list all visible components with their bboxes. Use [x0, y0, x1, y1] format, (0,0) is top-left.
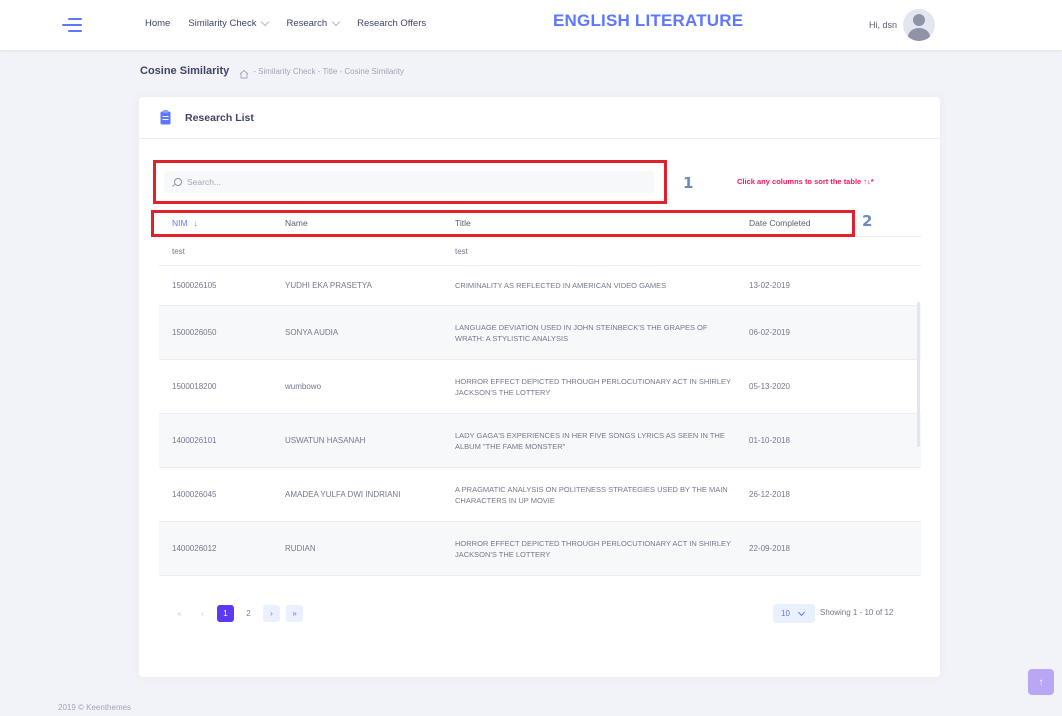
menu-toggle-icon[interactable]: [62, 16, 82, 34]
chevron-down-icon: [261, 17, 270, 27]
cell-title: HORROR EFFECT DEPICTED THROUGH PERLOCUTI…: [455, 538, 731, 559]
scroll-top-button[interactable]: ↑: [1028, 669, 1054, 695]
page-title: Cosine Similarity: [140, 65, 230, 77]
sort-hint: Click any columns to sort the table ↑↓*: [737, 177, 874, 186]
avatar[interactable]: [903, 9, 936, 41]
chevron-down-icon: [797, 608, 805, 616]
prev-page-button[interactable]: ‹: [194, 605, 211, 622]
cell-name: YUDHI EKA PRASETYA: [285, 281, 372, 290]
cell-nim: 1500026105: [172, 281, 217, 290]
annotation-box-2: [151, 210, 855, 237]
cell-title: HORROR EFFECT DEPICTED THROUGH PERLOCUTI…: [455, 376, 731, 397]
cell-nim: test: [172, 246, 185, 256]
table-row[interactable]: 1400026101 USWATUN HASANAH LADY GAGA'S E…: [159, 414, 921, 468]
pagination-info: Showing 1 - 10 of 12: [820, 608, 894, 617]
cell-title: LADY GAGA'S EXPERIENCES IN HER FIVE SONG…: [455, 430, 725, 451]
table-scrollbar[interactable]: [917, 302, 920, 447]
main-nav: Home Similarity Check Research Research …: [145, 17, 444, 29]
nav-similarity-check-label: Similarity Check: [188, 18, 257, 29]
search-field[interactable]: [164, 171, 654, 193]
cell-name: wumbowo: [285, 382, 322, 391]
research-list-card: Research List 1 Click any columns to sor…: [139, 97, 940, 677]
subheader: Cosine Similarity - Similarity Check - T…: [140, 65, 404, 79]
table-row[interactable]: 1500026105 YUDHI EKA PRASETYA CRIMINALIT…: [159, 266, 921, 306]
cell-date: 26-12-2018: [749, 490, 790, 499]
table-row[interactable]: 1400026045 AMADEA YULFA DWI INDRIANI A P…: [159, 468, 921, 522]
table-row[interactable]: test test: [159, 237, 921, 266]
table-row[interactable]: 1400026012 RUDIAN HORROR EFFECT DEPICTED…: [159, 522, 921, 576]
cell-name: SONYA AUDIA: [285, 328, 339, 337]
user-menu[interactable]: Hi, dsn: [869, 9, 936, 41]
top-header: Home Similarity Check Research Research …: [0, 0, 1062, 50]
pagination: « ‹ 1 2 › »: [171, 605, 309, 622]
per-page-select[interactable]: 10: [773, 604, 815, 623]
next-page-button[interactable]: ›: [263, 605, 280, 622]
cell-date: 06-02-2019: [749, 328, 790, 337]
table-row[interactable]: 1500026050 SONYA AUDIA LANGUAGE DEVIATIO…: [159, 306, 921, 360]
nav-research[interactable]: Research: [286, 17, 341, 29]
annotation-box-1: [153, 160, 667, 204]
nav-research-offers-label: Research Offers: [357, 18, 427, 29]
cell-name: USWATUN HASANAH: [285, 436, 366, 445]
cell-nim: 1400026101: [172, 436, 217, 445]
brand-title: ENGLISH LITERATURE: [553, 11, 744, 30]
page-1-button[interactable]: 1: [217, 605, 234, 622]
card-header: Research List: [139, 97, 940, 139]
arrow-up-icon: ↑: [1038, 676, 1044, 688]
cell-nim: 1500026050: [172, 328, 217, 337]
per-page-value: 10: [781, 609, 790, 618]
nav-home[interactable]: Home: [145, 18, 170, 29]
search-input[interactable]: [187, 177, 627, 187]
first-page-button[interactable]: «: [171, 605, 188, 622]
nav-similarity-check[interactable]: Similarity Check: [188, 17, 270, 29]
cell-title: CRIMINALITY AS REFLECTED IN AMERICAN VID…: [455, 281, 667, 290]
cell-date: 05-13-2020: [749, 382, 790, 391]
annotation-label-1: 1: [683, 174, 694, 192]
cell-name: AMADEA YULFA DWI INDRIANI: [285, 490, 401, 499]
cell-nim: 1500018200: [172, 382, 217, 391]
cell-date: 13-02-2019: [749, 281, 790, 290]
cell-date: 01-10-2018: [749, 436, 790, 445]
research-table: NIM ↓ Name Title Date Completed test test…: [159, 210, 921, 576]
cell-title: LANGUAGE DEVIATION USED IN JOHN STEINBEC…: [455, 322, 708, 343]
cell-title: A PRAGMATIC ANALYSIS ON POLITENESS STRAT…: [455, 484, 728, 505]
cell-nim: 1400026012: [172, 544, 217, 553]
table-row[interactable]: 1500018200 wumbowo HORROR EFFECT DEPICTE…: [159, 360, 921, 414]
cell-name: RUDIAN: [285, 544, 316, 553]
cell-title: test: [455, 246, 468, 256]
search-icon: [172, 177, 182, 187]
clipboard-icon: [160, 110, 171, 125]
footer-copyright: 2019 © Keenthemes: [58, 703, 132, 712]
annotation-label-2: 2: [862, 212, 873, 230]
card-title: Research List: [185, 111, 254, 124]
cell-nim: 1400026045: [172, 490, 217, 499]
nav-home-label: Home: [145, 18, 171, 29]
chevron-down-icon: [331, 17, 341, 27]
nav-research-label: Research: [286, 18, 328, 29]
page-2-button[interactable]: 2: [240, 605, 257, 622]
nav-research-offers[interactable]: Research Offers: [357, 18, 426, 29]
user-greeting: Hi, dsn: [869, 20, 898, 30]
last-page-button[interactable]: »: [286, 605, 303, 622]
cell-date: 22-09-2018: [749, 544, 790, 553]
home-icon[interactable]: [239, 66, 249, 79]
breadcrumb[interactable]: - Similarity Check - Title - Cosine Simi…: [253, 67, 404, 76]
